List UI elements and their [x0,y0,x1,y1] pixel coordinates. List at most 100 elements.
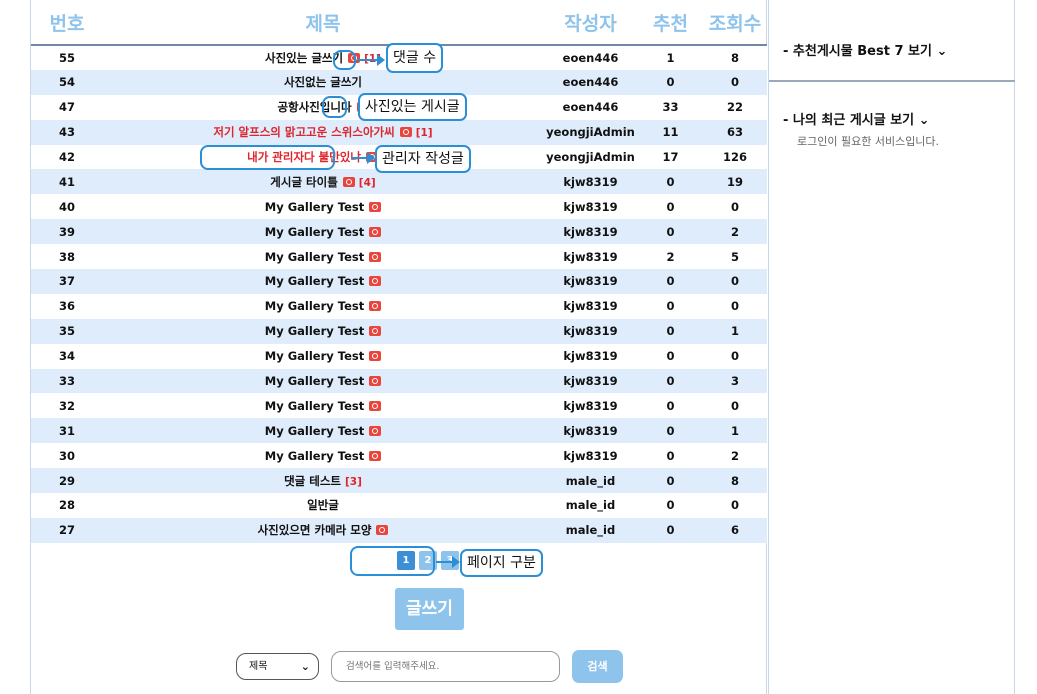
post-title-link[interactable]: 사진없는 글쓰기 [284,75,362,89]
camera-icon [399,127,412,138]
post-author: kjw8319 [543,194,638,220]
post-title-link[interactable]: 사진있으면 카메라 모양 [258,523,372,537]
post-title-cell: My Gallery Test [103,318,543,344]
post-views: 0 [703,493,767,518]
post-title-link[interactable]: My Gallery Test [265,324,364,338]
best-posts-toggle[interactable]: - 추천게시물 Best 7 보기 ⌄ [783,40,947,59]
comment-count: [3] [345,475,362,488]
post-title-cell: My Gallery Test [103,393,543,419]
table-row[interactable]: 34 My Gallery Test kjw8319 0 0 [31,343,767,369]
header-author[interactable]: 작성자 [543,0,638,46]
post-title-link[interactable]: 저기 알프스의 맑고고운 스위스아가씨 [213,125,394,139]
post-title-link[interactable]: My Gallery Test [265,200,364,214]
post-number: 33 [31,368,103,394]
post-author: kjw8319 [543,443,638,469]
post-views: 22 [703,94,767,120]
post-likes: 0 [638,69,703,95]
comment-count-callout: 댓글 수 [386,43,444,73]
post-author: eoen446 [543,45,638,70]
post-title-link[interactable]: My Gallery Test [265,299,364,313]
table-row[interactable]: 33 My Gallery Test kjw8319 0 3 [31,368,767,394]
post-title-link[interactable]: My Gallery Test [265,424,364,438]
table-row[interactable]: 40 My Gallery Test kjw8319 0 0 [31,194,767,220]
post-number: 54 [31,69,103,95]
post-title-link[interactable]: My Gallery Test [265,349,364,363]
post-title-cell: 게시글 타이틀 [4] [103,169,543,195]
table-row[interactable]: 38 My Gallery Test kjw8319 2 5 [31,244,767,270]
table-row[interactable]: 54 사진없는 글쓰기 eoen446 0 0 [31,69,767,95]
post-likes: 0 [638,418,703,444]
post-author: kjw8319 [543,293,638,319]
post-likes: 1 [638,45,703,70]
post-author: yeongjiAdmin [543,119,638,145]
post-title-link[interactable]: My Gallery Test [265,250,364,264]
header-no[interactable]: 번호 [31,0,103,46]
photo-icon-highlight [322,96,347,118]
post-author: kjw8319 [543,318,638,344]
post-views: 1 [703,418,767,444]
table-row[interactable]: 29 댓글 테스트 [3] male_id 0 8 [31,468,767,494]
comment-count: [4] [358,176,376,189]
header-likes[interactable]: 추천 [638,0,703,46]
search-type-select[interactable]: 제목 ⌄ [236,653,319,680]
post-title-link[interactable]: My Gallery Test [265,274,364,288]
post-author: yeongjiAdmin [543,144,638,170]
post-title-link[interactable]: 댓글 테스트 [284,474,341,488]
post-views: 1 [703,318,767,344]
post-views: 19 [703,169,767,195]
post-views: 8 [703,45,767,70]
table-row[interactable]: 27 사진있으면 카메라 모양 male_id 0 6 [31,517,767,543]
post-views: 2 [703,219,767,245]
search-button[interactable]: 검색 [572,650,623,683]
post-number: 29 [31,468,103,494]
post-title-cell: My Gallery Test [103,368,543,394]
post-number: 43 [31,119,103,145]
table-row[interactable]: 35 My Gallery Test kjw8319 0 1 [31,318,767,344]
post-likes: 0 [638,293,703,319]
my-recent-posts-toggle[interactable]: - 나의 최근 게시글 보기 ⌄ [783,109,930,128]
post-likes: 0 [638,269,703,294]
post-title-cell: 사진있는 글쓰기[1] [103,45,543,70]
post-likes: 0 [638,517,703,543]
post-title-link[interactable]: My Gallery Test [265,449,364,463]
pagination-arrow [436,556,460,568]
post-title-link[interactable]: 게시글 타이틀 [270,175,337,189]
table-row[interactable]: 30 My Gallery Test kjw8319 0 2 [31,443,767,469]
table-row[interactable]: 39 My Gallery Test kjw8319 0 2 [31,219,767,245]
table-row[interactable]: 36 My Gallery Test kjw8319 0 0 [31,293,767,319]
post-number: 47 [31,94,103,120]
post-author: eoen446 [543,69,638,95]
write-post-button[interactable]: 글쓰기 [395,588,464,630]
admin-title-highlight [200,145,335,170]
post-views: 126 [703,144,767,170]
post-title-link[interactable]: 일반글 [307,498,339,512]
table-row[interactable]: 41 게시글 타이틀 [4] kjw8319 0 19 [31,169,767,195]
post-table: 번호 제목 작성자 추천 조회수 55사진있는 글쓰기[1]eoen446185… [31,0,767,543]
table-row[interactable]: 32 My Gallery Test kjw8319 0 0 [31,393,767,419]
pagination-highlight [350,546,435,576]
post-number: 35 [31,318,103,344]
table-row[interactable]: 37 My Gallery Test kjw8319 0 0 [31,269,767,294]
post-title-cell: My Gallery Test [103,293,543,319]
post-likes: 0 [638,169,703,195]
post-title-cell: 사진없는 글쓰기 [103,69,543,95]
camera-icon [369,450,382,461]
post-title-cell: My Gallery Test [103,219,543,245]
post-number: 30 [31,443,103,469]
post-title-link[interactable]: 사진있는 글쓰기 [265,51,343,65]
post-title-cell: My Gallery Test [103,194,543,220]
header-views[interactable]: 조회수 [703,0,767,46]
post-author: eoen446 [543,94,638,120]
post-title-link[interactable]: My Gallery Test [265,225,364,239]
header-title[interactable]: 제목 [103,0,543,46]
post-title-link[interactable]: My Gallery Test [265,374,364,388]
table-row[interactable]: 28 일반글 male_id 0 0 [31,493,767,518]
post-title-link[interactable]: My Gallery Test [265,399,364,413]
table-header-row: 번호 제목 작성자 추천 조회수 [31,0,767,46]
post-number: 31 [31,418,103,444]
search-input[interactable] [331,651,560,682]
table-row[interactable]: 31 My Gallery Test kjw8319 0 1 [31,418,767,444]
post-views: 3 [703,368,767,394]
post-title-cell: My Gallery Test [103,418,543,444]
table-row[interactable]: 43 저기 알프스의 맑고고운 스위스아가씨 [1] yeongjiAdmin 11 63 [31,119,767,145]
